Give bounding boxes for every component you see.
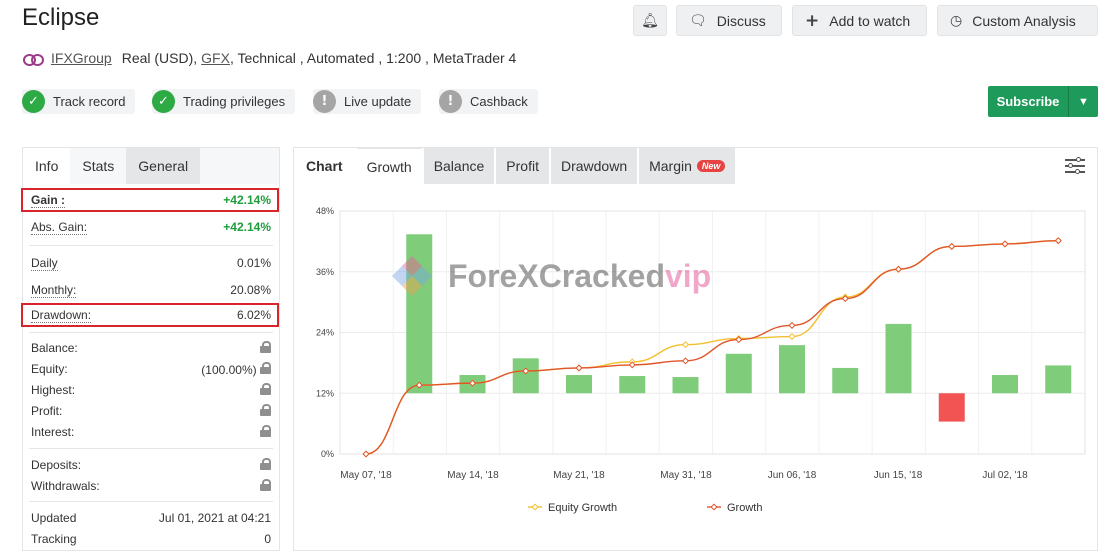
growth-point — [1054, 237, 1062, 245]
growth-point — [948, 242, 956, 250]
bar — [566, 375, 592, 394]
bar — [779, 345, 805, 394]
watermark: ForeXCracked vip — [390, 254, 711, 298]
growth-point — [575, 364, 583, 372]
bar — [938, 393, 965, 422]
bar — [885, 323, 912, 394]
bar — [619, 376, 646, 394]
x-tick-label: May 31, '18 — [660, 470, 712, 481]
legend-label: Growth — [727, 502, 762, 514]
growth-point — [788, 321, 796, 329]
legend-marker — [710, 503, 718, 511]
x-tick-label: May 07, '18 — [340, 470, 392, 481]
y-tick-label: 12% — [316, 388, 334, 398]
x-tick-label: May 21, '18 — [553, 470, 605, 481]
bar — [672, 377, 699, 394]
x-tick-label: Jun 15, '18 — [874, 470, 923, 481]
x-tick-label: Jul 02, '18 — [982, 470, 1028, 481]
y-tick-label: 48% — [316, 206, 334, 216]
y-tick-label: 24% — [316, 328, 334, 338]
bar — [992, 375, 1018, 394]
legend-marker — [531, 503, 539, 511]
bar — [832, 367, 859, 394]
growth-point — [681, 357, 690, 365]
growth-point — [1001, 240, 1009, 248]
bar — [1045, 365, 1072, 394]
bar — [725, 353, 752, 394]
x-tick-label: May 14, '18 — [447, 470, 499, 481]
watermark-vip: vip — [664, 257, 712, 294]
legend-label: Equity Growth — [548, 502, 617, 514]
growth-point — [894, 265, 903, 273]
equity-growth-point — [788, 333, 796, 341]
x-tick-label: Jun 06, '18 — [768, 470, 817, 481]
y-tick-label: 36% — [316, 267, 334, 277]
growth-point — [362, 450, 370, 458]
watermark-text: ForeXCracked — [448, 257, 665, 294]
y-tick-label: 0% — [321, 449, 334, 459]
watermark-logo-icon — [392, 256, 432, 296]
bar — [512, 358, 539, 394]
equity-growth-point — [681, 341, 690, 349]
